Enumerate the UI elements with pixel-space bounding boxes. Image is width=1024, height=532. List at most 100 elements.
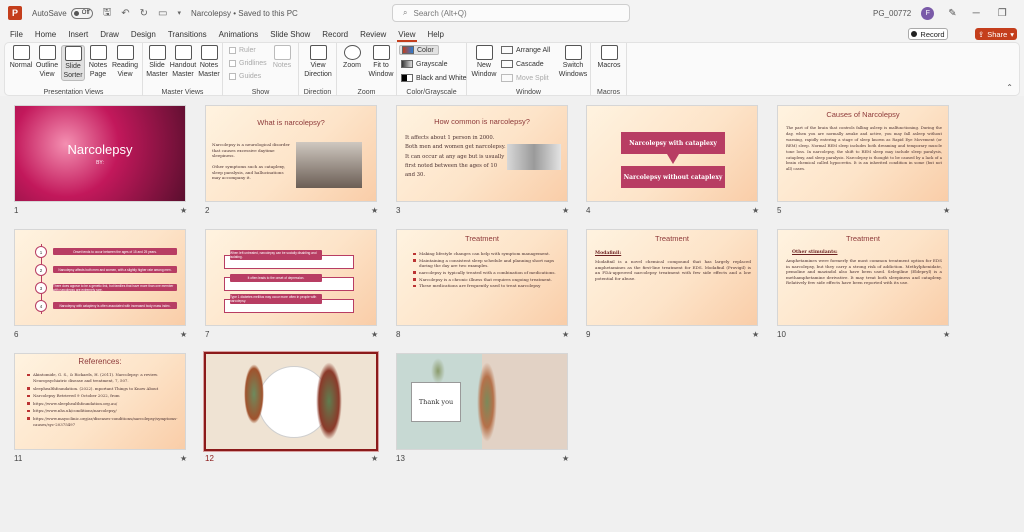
fit-to-window-button[interactable]: Fit to Window bbox=[367, 45, 395, 79]
gridlines-checkbox[interactable]: Gridlines bbox=[229, 60, 267, 67]
record-button[interactable]: Record bbox=[908, 28, 948, 40]
slide-number: 9 bbox=[586, 330, 591, 339]
redo-icon[interactable]: ↻ bbox=[140, 8, 148, 19]
slide-thumbnail-6[interactable]: 1 Onset tends to occur between the ages … bbox=[14, 229, 186, 326]
tab-slide-show[interactable]: Slide Show bbox=[264, 26, 316, 42]
timeline-dot: 2 bbox=[35, 264, 47, 276]
black-white-swatch-icon bbox=[401, 74, 413, 82]
slide-sorter-button[interactable]: Slide Sorter bbox=[61, 45, 85, 81]
transition-star-icon[interactable]: ★ bbox=[562, 330, 569, 339]
handout-master-button[interactable]: Handout Master bbox=[170, 45, 196, 79]
minimize-icon[interactable]: ─ bbox=[973, 8, 980, 19]
floral-decoration-icon bbox=[316, 362, 342, 440]
notes-master-button[interactable]: Notes Master bbox=[197, 45, 221, 79]
tab-home[interactable]: Home bbox=[29, 26, 62, 42]
transition-star-icon[interactable]: ★ bbox=[180, 454, 187, 463]
slide-thumbnail-12[interactable] bbox=[204, 352, 378, 451]
document-title[interactable]: Narcolepsy • Saved to this PC bbox=[191, 9, 298, 18]
notes-page-button[interactable]: Notes Page bbox=[87, 45, 109, 79]
group-label: Zoom bbox=[357, 89, 376, 96]
transition-star-icon[interactable]: ★ bbox=[562, 454, 569, 463]
tab-design[interactable]: Design bbox=[125, 26, 162, 42]
timeline-item: Onset tends to occur between the ages of… bbox=[53, 248, 177, 255]
undo-icon[interactable]: ↶ bbox=[121, 8, 129, 19]
autosave-toggle[interactable]: Off bbox=[70, 7, 93, 19]
transition-star-icon[interactable]: ★ bbox=[943, 330, 950, 339]
cascade-button[interactable]: Cascade bbox=[501, 60, 544, 68]
slide-image bbox=[296, 142, 362, 188]
share-button[interactable]: ⇪ Share ▾ bbox=[975, 28, 1017, 40]
slide-thumbnail-3[interactable]: How common is narcolepsy? It affects abo… bbox=[396, 105, 568, 202]
slide-thumbnail-9[interactable]: Treatment Modafinil: Modafinil is a nove… bbox=[586, 229, 758, 326]
save-icon[interactable]: 🖫 bbox=[103, 5, 112, 22]
slide-bullets: Making lifestyle changes can help with s… bbox=[413, 251, 559, 290]
slide-thumbnail-13[interactable]: Thank you bbox=[396, 353, 568, 450]
tab-file[interactable]: File bbox=[4, 26, 29, 42]
transition-star-icon[interactable]: ★ bbox=[371, 454, 378, 463]
slide-thumbnail-10[interactable]: Treatment Other stimulants: Amphetamines… bbox=[777, 229, 949, 326]
transition-star-icon[interactable]: ★ bbox=[371, 330, 378, 339]
tab-record[interactable]: Record bbox=[316, 26, 354, 42]
slide-thumbnail-2[interactable]: What is narcolepsy? Narcolepsy is a neur… bbox=[205, 105, 377, 202]
search-box[interactable]: ⌕ Search (Alt+Q) bbox=[392, 4, 630, 22]
new-window-button[interactable]: New Window bbox=[469, 45, 499, 79]
macros-button[interactable]: Macros bbox=[593, 45, 625, 71]
guides-checkbox[interactable]: Guides bbox=[229, 73, 261, 80]
timeline-item: Narcolepsy affects both men and women, w… bbox=[53, 266, 177, 273]
group-macros: Macros Macros bbox=[591, 43, 627, 97]
move-split-button[interactable]: Move Split bbox=[501, 74, 549, 82]
group-show: Ruler Gridlines Guides Notes Show bbox=[223, 43, 299, 97]
slide-thumbnail-8[interactable]: Treatment Making lifestyle changes can h… bbox=[396, 229, 568, 326]
collapse-ribbon-icon[interactable]: ⌃ bbox=[1006, 83, 1013, 92]
transition-star-icon[interactable]: ★ bbox=[752, 330, 759, 339]
slide-master-button[interactable]: Slide Master bbox=[145, 45, 169, 79]
customize-toolbar-icon[interactable]: ▾ bbox=[177, 9, 181, 17]
ruler-checkbox[interactable]: Ruler bbox=[229, 47, 256, 54]
grayscale-button[interactable]: Grayscale bbox=[401, 60, 448, 68]
transition-star-icon[interactable]: ★ bbox=[180, 206, 187, 215]
slide-thumbnail-7[interactable]: When left untreated, narcolepsy can be s… bbox=[205, 229, 377, 326]
arrange-all-button[interactable]: Arrange All bbox=[501, 46, 550, 54]
tab-transitions[interactable]: Transitions bbox=[162, 26, 213, 42]
notes-page-icon bbox=[89, 45, 107, 60]
transition-star-icon[interactable]: ★ bbox=[562, 206, 569, 215]
transition-star-icon[interactable]: ★ bbox=[180, 330, 187, 339]
pen-icon[interactable]: ✎ bbox=[948, 8, 956, 19]
handout-master-icon bbox=[174, 45, 192, 60]
slide-thumbnail-11[interactable]: References: Akintomide, G. S., & Rickard… bbox=[14, 353, 186, 450]
black-and-white-button[interactable]: Black and White bbox=[401, 74, 467, 82]
slide-box: Narcolepsy without cataplexy bbox=[621, 166, 725, 188]
tab-insert[interactable]: Insert bbox=[62, 26, 94, 42]
cascade-icon bbox=[501, 60, 513, 68]
tab-view[interactable]: View bbox=[392, 26, 421, 42]
slide-body: The part of the brain that controls fall… bbox=[786, 125, 942, 172]
new-window-icon bbox=[475, 45, 493, 60]
reading-view-button[interactable]: Reading View bbox=[111, 45, 139, 79]
view-direction-button[interactable]: View Direction bbox=[301, 45, 335, 79]
color-button[interactable]: Color bbox=[399, 45, 439, 55]
present-icon[interactable]: ▭ bbox=[158, 8, 167, 19]
normal-view-button[interactable]: Normal bbox=[9, 45, 33, 71]
transition-star-icon[interactable]: ★ bbox=[371, 206, 378, 215]
zoom-button[interactable]: Zoom bbox=[339, 45, 365, 71]
floral-decoration-icon bbox=[244, 364, 264, 424]
transition-star-icon[interactable]: ★ bbox=[752, 206, 759, 215]
transition-star-icon[interactable]: ★ bbox=[943, 206, 950, 215]
switch-windows-button[interactable]: Switch Windows bbox=[557, 45, 589, 79]
search-input[interactable]: Search (Alt+Q) bbox=[413, 9, 466, 18]
slide-thumbnail-1[interactable]: Narcolepsy BY: bbox=[14, 105, 186, 202]
group-zoom: Zoom Fit to Window Zoom bbox=[337, 43, 397, 97]
tab-animations[interactable]: Animations bbox=[213, 26, 265, 42]
tab-draw[interactable]: Draw bbox=[94, 26, 125, 42]
restore-icon[interactable]: ❐ bbox=[998, 8, 1007, 19]
notes-button[interactable]: Notes bbox=[269, 45, 295, 71]
slide-thumbnail-4[interactable]: Narcolepsy with cataplexy Narcolepsy wit… bbox=[586, 105, 758, 202]
slide-thumbnail-5[interactable]: Causes of Narcolepsy The part of the bra… bbox=[777, 105, 949, 202]
tab-help[interactable]: Help bbox=[422, 26, 450, 42]
avatar[interactable]: F bbox=[921, 6, 935, 20]
macros-icon bbox=[600, 45, 618, 60]
slide-number: 7 bbox=[205, 330, 210, 339]
slide-number: 1 bbox=[14, 206, 19, 215]
tab-review[interactable]: Review bbox=[354, 26, 392, 42]
outline-view-button[interactable]: Outline View bbox=[35, 45, 59, 79]
